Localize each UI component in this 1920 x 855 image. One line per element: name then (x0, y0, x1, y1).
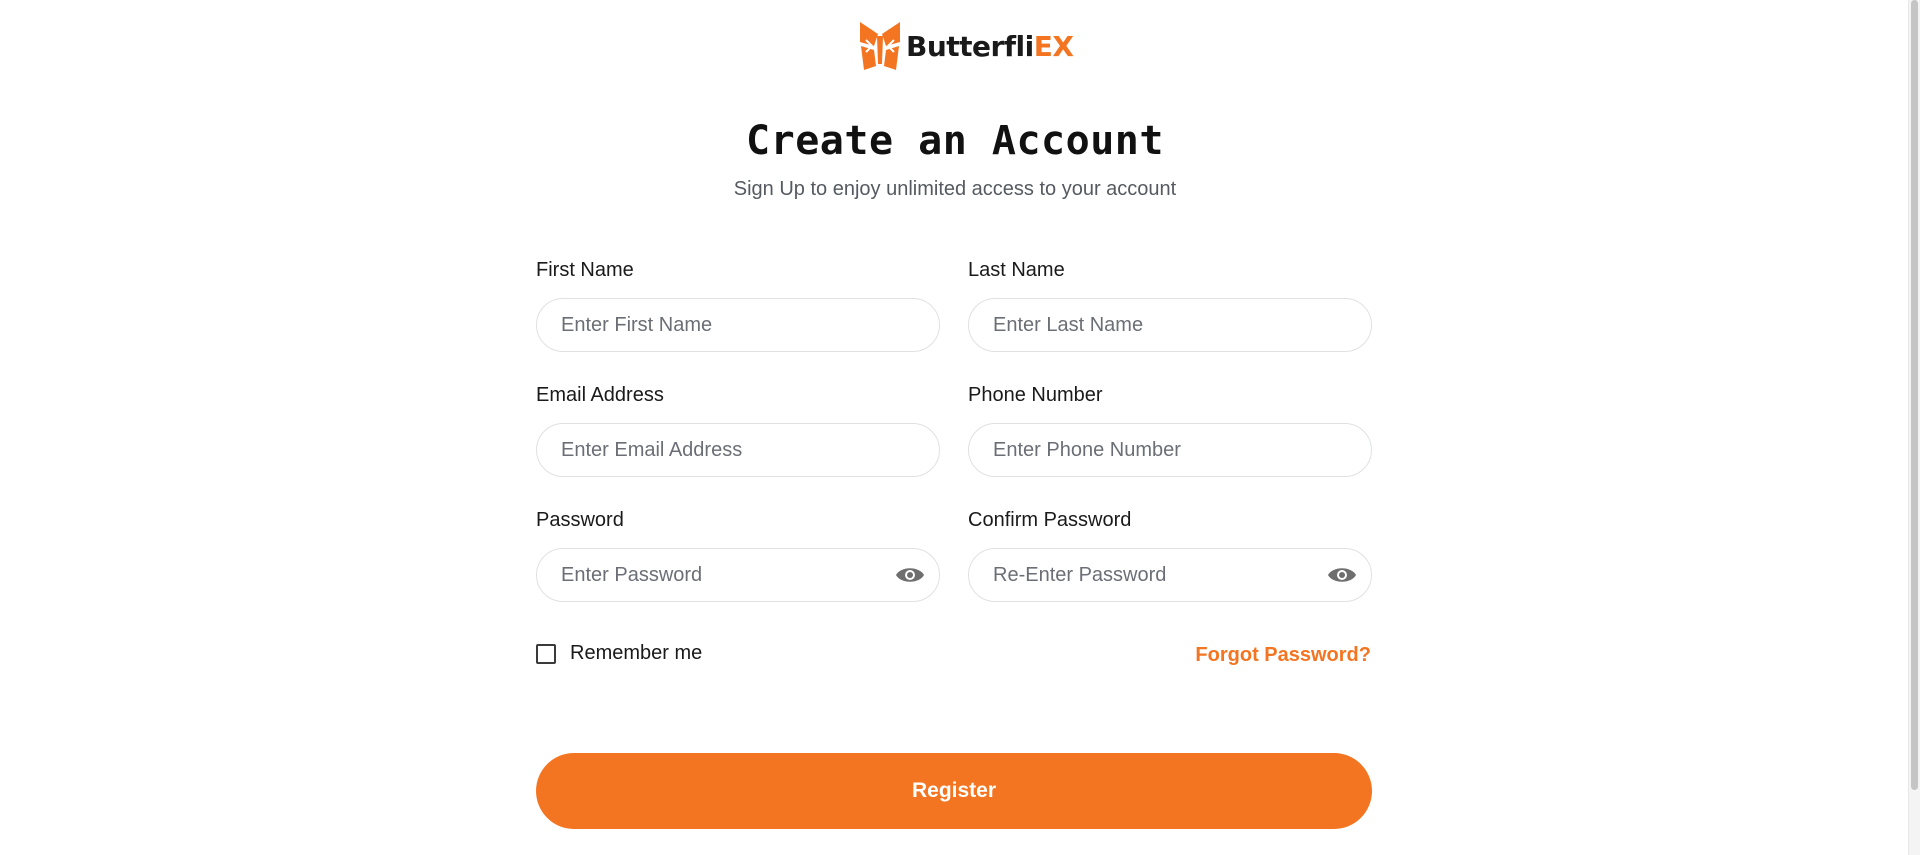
first-name-input[interactable] (537, 299, 939, 351)
last-name-input[interactable] (969, 299, 1371, 351)
brand-name: ButterfliEX (906, 29, 1074, 63)
page-subtitle: Sign Up to enjoy unlimited access to you… (733, 178, 1177, 200)
phone-input[interactable] (969, 424, 1371, 476)
remember-me-checkbox[interactable] (536, 643, 556, 664)
confirm-password-wrapper (968, 548, 1372, 602)
brand-logo[interactable]: ButterfliEX (858, 18, 1074, 74)
brand-name-accent: EX (1033, 29, 1074, 63)
scrollbar-thumb[interactable] (1911, 0, 1918, 790)
email-label: Email Address (536, 384, 664, 406)
first-name-group: First Name (536, 258, 940, 352)
page-title: Create an Account (746, 118, 1164, 164)
password-label: Password (536, 509, 624, 531)
email-wrapper (536, 423, 940, 477)
password-group: Password (536, 508, 940, 602)
confirm-password-label: Confirm Password (968, 509, 1132, 531)
last-name-wrapper (968, 298, 1372, 352)
confirm-password-input[interactable] (969, 549, 1371, 601)
remember-me[interactable]: Remember me (536, 642, 702, 665)
email-input[interactable] (537, 424, 939, 476)
remember-me-label: Remember me (570, 642, 703, 664)
register-page: ButterfliEX Create an Account Sign Up to… (0, 0, 1920, 855)
brand-name-main: Butterfli (906, 29, 1034, 63)
register-button[interactable]: Register (536, 753, 1372, 829)
confirm-password-group: Confirm Password (968, 508, 1372, 602)
last-name-group: Last Name (968, 258, 1372, 352)
phone-label: Phone Number (968, 384, 1103, 406)
eye-icon[interactable] (1327, 565, 1357, 585)
phone-group: Phone Number (968, 383, 1372, 477)
forgot-password-link[interactable]: Forgot Password? (1195, 644, 1371, 667)
password-input[interactable] (537, 549, 939, 601)
eye-icon[interactable] (895, 565, 925, 585)
first-name-wrapper (536, 298, 940, 352)
last-name-label: Last Name (968, 259, 1065, 281)
email-group: Email Address (536, 383, 940, 477)
first-name-label: First Name (536, 259, 634, 281)
phone-wrapper (968, 423, 1372, 477)
password-wrapper (536, 548, 940, 602)
page-scrollbar[interactable] (1908, 0, 1920, 855)
butterfly-logo-icon (860, 22, 900, 70)
